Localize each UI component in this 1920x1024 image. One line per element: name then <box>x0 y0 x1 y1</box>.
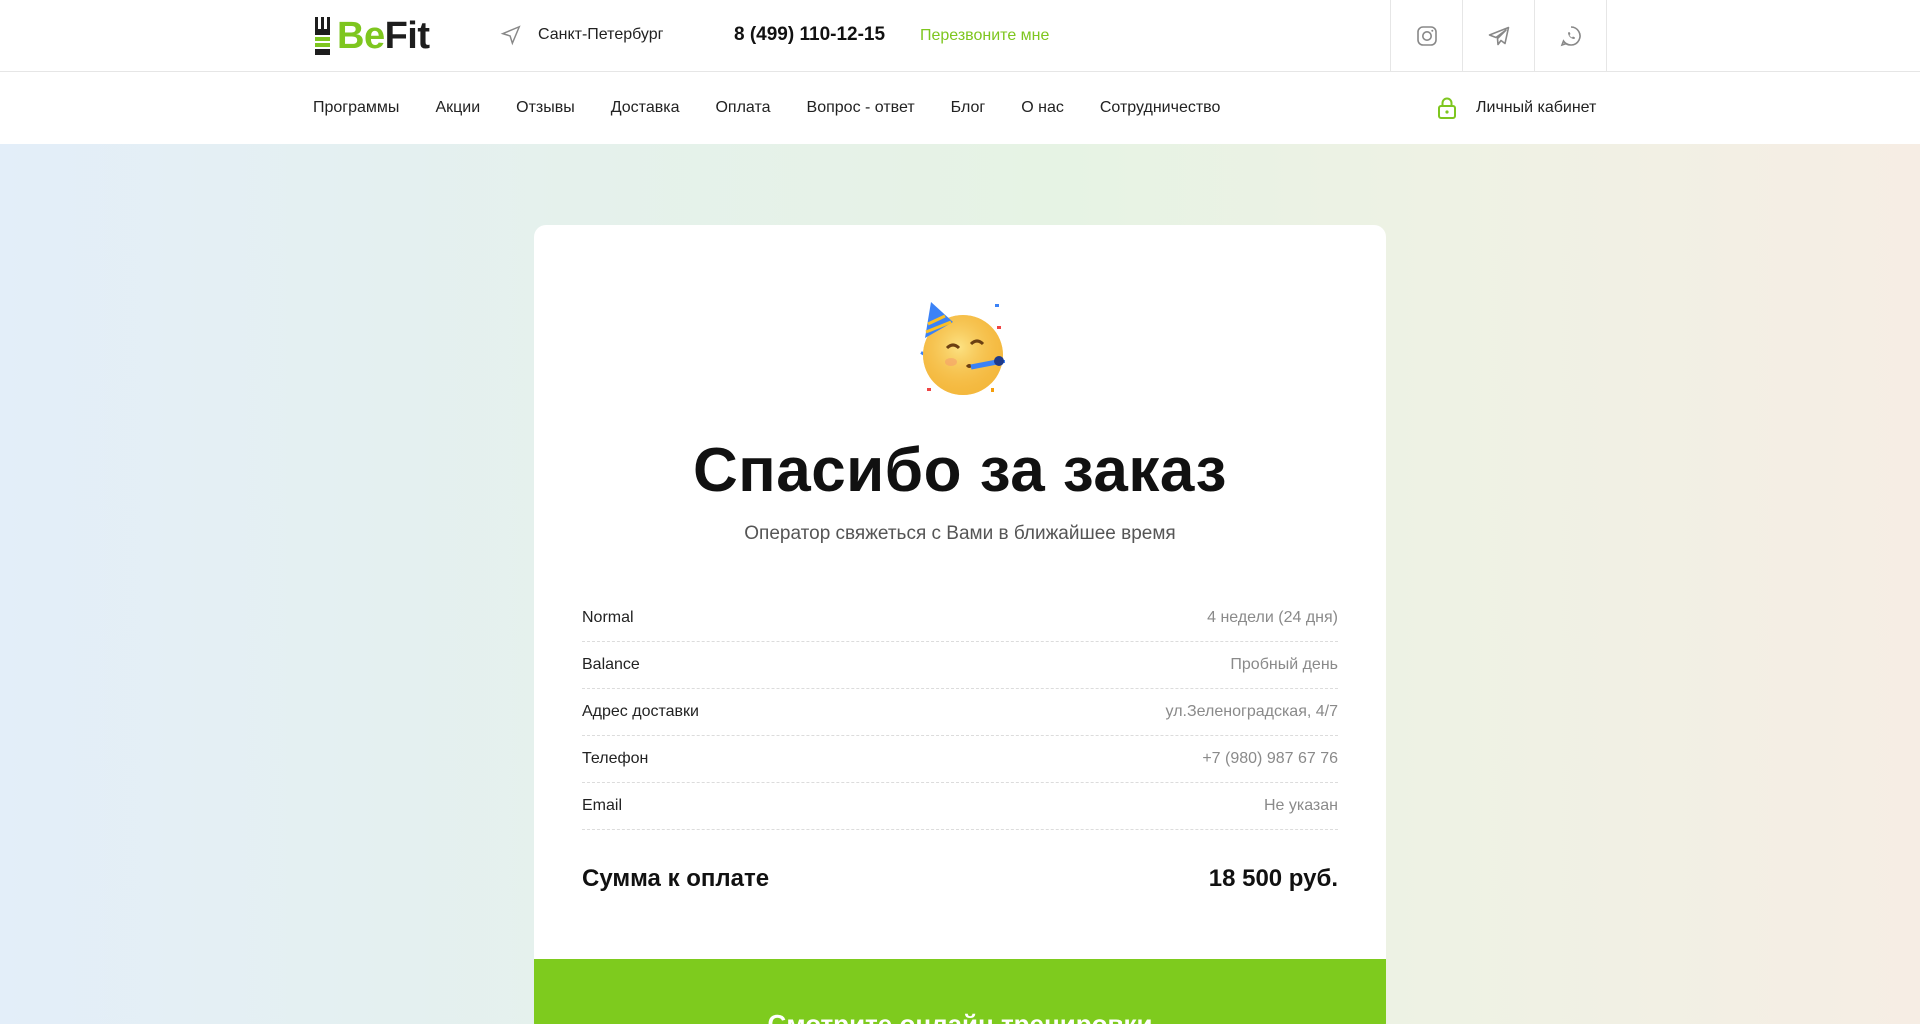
whatsapp-button[interactable] <box>1535 0 1607 72</box>
logo[interactable]: BeFit <box>313 14 430 58</box>
detail-label: Телефон <box>582 750 649 767</box>
phone-number[interactable]: 8 (499) 110-12-15 <box>734 24 885 46</box>
order-details: Normal 4 недели (24 дня) Balance Пробный… <box>582 595 1338 830</box>
page-subtitle: Оператор свяжеться с Вами в ближайшее вр… <box>744 523 1176 544</box>
watch-trainings-button[interactable]: Смотрите онлайн тренировки <box>534 959 1386 1024</box>
telegram-icon <box>1488 26 1509 46</box>
detail-value: Пробный день <box>1230 656 1338 673</box>
logo-text: BeFit <box>337 15 430 57</box>
detail-value: +7 (980) 987 67 76 <box>1202 750 1338 767</box>
order-total: Сумма к оплате 18 500 руб. <box>582 865 1338 893</box>
main-nav: Программы Акции Отзывы Доставка Оплата В… <box>313 72 1256 144</box>
order-confirmation-card: Спасибо за заказ Оператор свяжеться с Ва… <box>534 225 1386 1024</box>
detail-row: Balance Пробный день <box>582 642 1338 689</box>
account-label: Личный кабинет <box>1476 99 1597 116</box>
nav-item-payment[interactable]: Оплата <box>715 99 770 117</box>
detail-value: Не указан <box>1263 797 1338 814</box>
total-value: 18 500 руб. <box>1208 865 1338 892</box>
nav-item-about[interactable]: О нас <box>1021 99 1064 117</box>
detail-label: Адрес доставки <box>582 703 699 720</box>
lock-icon <box>1438 97 1456 119</box>
nav-item-blog[interactable]: Блог <box>951 99 986 117</box>
telegram-button[interactable] <box>1463 0 1535 72</box>
detail-value: 4 недели (24 дня) <box>1207 609 1338 626</box>
detail-row: Адрес доставки ул.Зеленоградская, 4/7 <box>582 689 1338 736</box>
total-label: Сумма к оплате <box>582 865 770 892</box>
detail-row: Email Не указан <box>582 783 1338 830</box>
nav-item-delivery[interactable]: Доставка <box>611 99 680 117</box>
whatsapp-icon <box>1560 26 1581 47</box>
party-face-icon <box>920 302 1005 395</box>
nav-item-faq[interactable]: Вопрос - ответ <box>807 99 915 117</box>
detail-row: Телефон +7 (980) 987 67 76 <box>582 736 1338 783</box>
instagram-button[interactable] <box>1391 0 1463 72</box>
main-nav-bar: Программы Акции Отзывы Доставка Оплата В… <box>0 72 1920 144</box>
nav-item-programs[interactable]: Программы <box>313 99 399 117</box>
fork-logo-icon <box>315 17 330 55</box>
callback-link[interactable]: Перезвоните мне <box>920 27 1049 45</box>
account-link[interactable]: Личный кабинет <box>1436 72 1596 144</box>
detail-value: ул.Зеленоградская, 4/7 <box>1165 703 1338 720</box>
detail-label: Balance <box>582 656 640 673</box>
page-title: Спасибо за заказ <box>693 436 1227 505</box>
detail-label: Email <box>582 797 623 814</box>
detail-label: Normal <box>582 609 634 626</box>
nav-item-cooperation[interactable]: Сотрудничество <box>1100 99 1221 117</box>
nav-item-promotions[interactable]: Акции <box>435 99 480 117</box>
city-label: Санкт-Петербург <box>538 26 664 43</box>
instagram-icon <box>1416 26 1437 46</box>
detail-row: Normal 4 недели (24 дня) <box>582 595 1338 642</box>
social-links <box>1390 0 1607 72</box>
location-arrow-icon <box>500 25 521 46</box>
city-selector[interactable]: Санкт-Петербург <box>500 24 663 46</box>
nav-item-reviews[interactable]: Отзывы <box>516 99 575 117</box>
top-header: BeFit Санкт-Петербург 8 (499) 110-12-15 … <box>0 0 1920 72</box>
